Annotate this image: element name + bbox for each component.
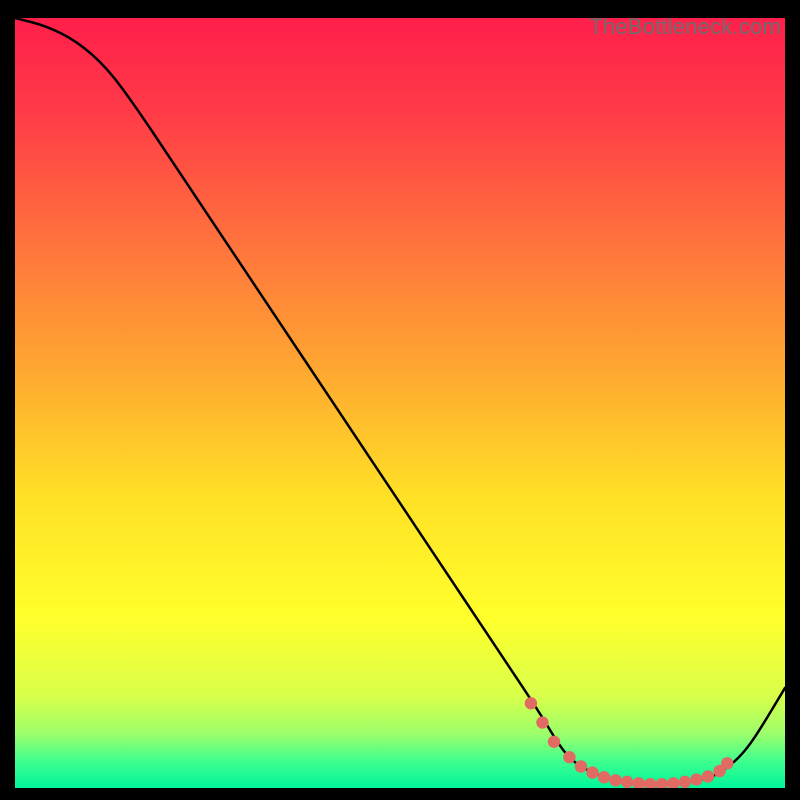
chart-background	[15, 18, 785, 788]
marker-dot	[702, 770, 714, 782]
marker-dot	[525, 697, 537, 709]
marker-dot	[679, 776, 691, 788]
marker-dot	[721, 757, 733, 769]
watermark-label: TheBottleneck.com	[589, 14, 781, 40]
marker-dot	[575, 760, 587, 772]
chart-stage: TheBottleneck.com	[0, 0, 800, 800]
chart-box: TheBottleneck.com	[15, 18, 785, 788]
marker-dot	[690, 773, 702, 785]
marker-dot	[598, 771, 610, 783]
chart-svg	[15, 18, 785, 788]
marker-dot	[536, 716, 548, 728]
marker-dot	[563, 751, 575, 763]
marker-dot	[548, 736, 560, 748]
marker-dot	[609, 774, 621, 786]
marker-dot	[586, 766, 598, 778]
marker-dot	[621, 776, 633, 788]
